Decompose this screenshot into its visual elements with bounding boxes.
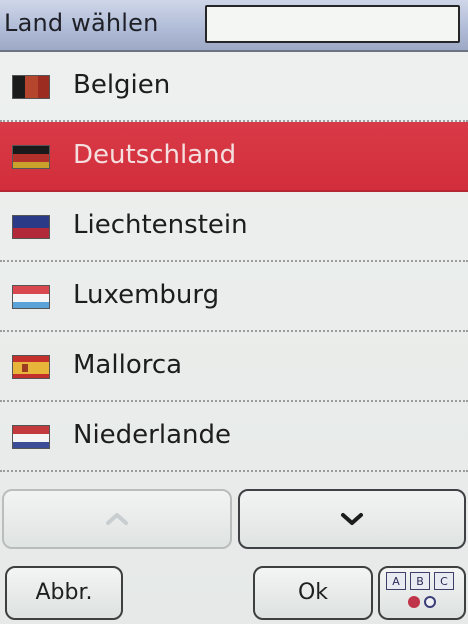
netherlands-flag-icon	[12, 425, 50, 449]
page-title: Land wählen	[4, 9, 159, 37]
key-a: A	[386, 572, 406, 590]
list-item-mallorca[interactable]: Mallorca	[0, 332, 468, 402]
key-b: B	[410, 572, 430, 590]
key-c: C	[434, 572, 454, 590]
list-item-label: Mallorca	[73, 350, 183, 380]
country-list: Belgien Deutschland Liechtenstein Luxemb…	[0, 52, 468, 474]
spain-flag-icon	[12, 355, 50, 379]
inactive-dot-icon	[424, 596, 436, 608]
list-item-label: Liechtenstein	[73, 210, 248, 240]
list-item-niederlande[interactable]: Niederlande	[0, 402, 468, 472]
scroll-up-button[interactable]	[2, 489, 232, 549]
belgium-flag-icon	[12, 75, 50, 99]
list-item-label: Niederlande	[73, 420, 231, 450]
chevron-down-icon	[341, 513, 363, 525]
germany-flag-icon	[12, 145, 50, 169]
list-item-deutschland[interactable]: Deutschland	[0, 122, 468, 192]
keyboard-mode-button[interactable]: A B C	[378, 566, 466, 620]
country-select-screen: Land wählen Belgien Deutschland Liechten…	[0, 0, 468, 624]
active-dot-icon	[408, 596, 420, 608]
list-item-label: Deutschland	[73, 140, 237, 170]
liechtenstein-flag-icon	[12, 215, 50, 239]
header-bar: Land wählen	[0, 0, 468, 52]
ok-button[interactable]: Ok	[253, 566, 373, 620]
scroll-down-button[interactable]	[238, 489, 466, 549]
list-item-label: Luxemburg	[73, 280, 220, 310]
cancel-button[interactable]: Abbr.	[5, 566, 123, 620]
list-item-liechtenstein[interactable]: Liechtenstein	[0, 192, 468, 262]
list-item-label: Belgien	[73, 70, 171, 100]
search-input[interactable]	[205, 5, 460, 43]
chevron-up-icon	[106, 513, 128, 525]
luxembourg-flag-icon	[12, 285, 50, 309]
list-item-luxemburg[interactable]: Luxemburg	[0, 262, 468, 332]
list-item-belgien[interactable]: Belgien	[0, 52, 468, 122]
